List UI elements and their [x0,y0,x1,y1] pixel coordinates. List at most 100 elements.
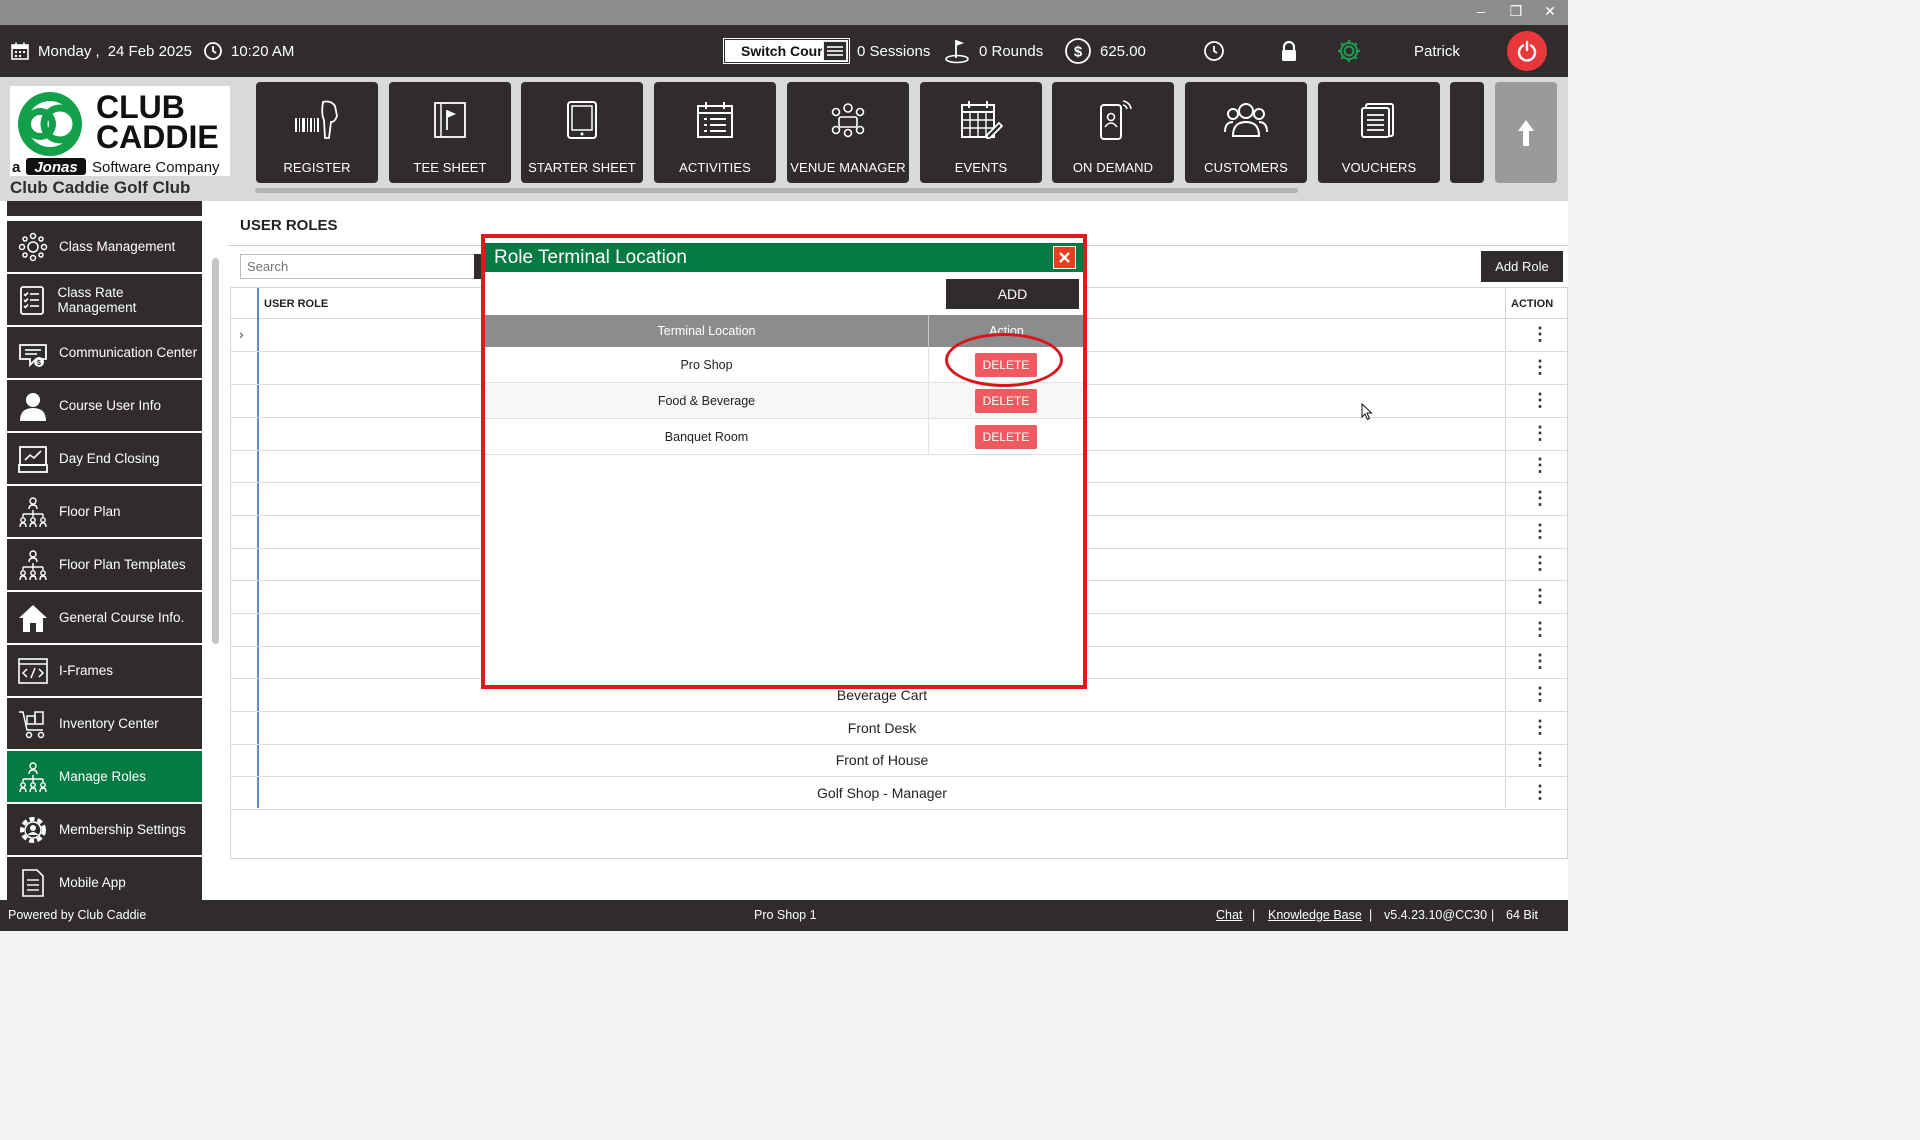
row-menu-icon[interactable]: ⋮ [1531,777,1549,810]
sessions-display[interactable]: 0 Sessions [821,25,930,77]
close-window-icon[interactable]: ✕ [1541,3,1559,20]
nav-venue-manager[interactable]: VENUE MANAGER [787,82,909,183]
sidebar-item-membership-settings[interactable]: Membership Settings [7,804,202,855]
settings-button[interactable] [1336,25,1362,77]
sidebar-item-mobile-app[interactable]: Mobile App [7,857,202,900]
restore-icon[interactable]: ❐ [1507,3,1525,20]
row-menu-icon[interactable]: ⋮ [1531,548,1549,581]
nav-starter-sheet[interactable]: STARTER SHEET [521,82,643,183]
table-row[interactable]: Front Desk ⋮ [231,712,1567,745]
scroll-up-button[interactable] [1495,82,1557,183]
svg-text:CADDIE: CADDIE [96,119,219,155]
expand-chevron-icon[interactable]: › [239,319,244,350]
calendar-icon [11,42,29,60]
column-user-role[interactable]: USER ROLE [264,298,328,310]
settings-sidebar: Class Management Class Rate Management $… [0,201,228,900]
nav-vouchers[interactable]: VOUCHERS [1318,82,1440,183]
balance-display[interactable]: $ 625.00 [1064,25,1146,77]
column-terminal-location: Terminal Location [485,315,929,347]
row-menu-icon[interactable]: ⋮ [1531,352,1549,385]
rounds-value: 0 Rounds [979,42,1044,60]
svg-text:$: $ [37,360,41,367]
sidebar-item-general-course-info[interactable]: General Course Info. [7,592,202,643]
date-day: Monday , [38,42,100,60]
sidebar-item-inventory-center[interactable]: Inventory Center [7,698,202,749]
row-menu-icon[interactable]: ⋮ [1531,483,1549,516]
home-icon [19,604,47,632]
row-menu-icon[interactable]: ⋮ [1531,319,1549,352]
dialog-title: Role Terminal Location [485,243,1083,272]
minimize-icon[interactable]: – [1472,3,1490,19]
row-menu-icon[interactable]: ⋮ [1531,646,1549,679]
table-row[interactable]: Golf Shop - Manager ⋮ [231,777,1567,810]
delete-button[interactable]: DELETE [975,389,1037,413]
column-action: Action [989,324,1024,338]
row-menu-icon[interactable]: ⋮ [1531,418,1549,451]
nav-customers[interactable]: CUSTOMERS [1185,82,1307,183]
delete-button[interactable]: DELETE [975,425,1037,449]
sidebar-item-label: Membership Settings [59,822,186,837]
rounds-display[interactable]: 0 Rounds [943,25,1043,77]
window-title-bar: – ❐ ✕ [0,0,1568,25]
sidebar-item-label: Floor Plan Templates [59,557,186,572]
row-menu-icon[interactable]: ⋮ [1531,581,1549,614]
nav-tee-sheet[interactable]: TEE SHEET [389,82,511,183]
org-chart-icon [19,549,47,580]
logout-button[interactable] [1507,31,1547,71]
sidebar-item-partial[interactable] [7,201,202,216]
document-list-icon [22,868,44,897]
row-menu-icon[interactable]: ⋮ [1531,679,1549,712]
sidebar-item-class-management[interactable]: Class Management [7,221,202,272]
code-window-icon [18,657,48,684]
row-menu-icon[interactable]: ⋮ [1531,450,1549,483]
history-button[interactable] [1203,25,1225,77]
dialog-close-button[interactable] [1053,246,1076,269]
sidebar-item-label: General Course Info. [59,610,185,625]
nav-next-tile[interactable] [1450,82,1484,183]
svg-text:$: $ [1074,44,1083,61]
top-status-bar: Monday , 24 Feb 2025 10:20 AM Switch Cou… [0,25,1568,77]
knowledge-base-link[interactable]: Knowledge Base [1268,908,1362,922]
nav-on-demand[interactable]: ON DEMAND [1052,82,1174,183]
table-row[interactable]: Front of House ⋮ [231,744,1567,777]
balance-value: 625.00 [1100,42,1146,60]
date-value: 24 Feb 2025 [107,42,192,60]
user-name[interactable]: Patrick [1414,25,1460,77]
row-menu-icon[interactable]: ⋮ [1531,614,1549,647]
row-menu-icon[interactable]: ⋮ [1531,516,1549,549]
terminal-name: Pro Shop 1 [754,908,817,922]
add-location-button[interactable]: ADD [946,279,1079,309]
nav-register[interactable]: REGISTER [256,82,378,183]
sidebar-item-floor-plan-templates[interactable]: Floor Plan Templates [7,539,202,590]
nav-scrollbar[interactable] [255,188,1298,193]
sidebar-item-day-end-closing[interactable]: Day End Closing [7,433,202,484]
nav-activities[interactable]: ACTIVITIES [654,82,776,183]
sidebar-item-manage-roles[interactable]: Manage Roles [7,751,202,802]
row-menu-icon[interactable]: ⋮ [1531,385,1549,418]
sidebar-item-course-user-info[interactable]: Course User Info [7,380,202,431]
sidebar-scrollbar[interactable] [212,258,219,644]
checklist-icon [20,285,45,315]
add-role-button[interactable]: Add Role [1481,251,1563,282]
svg-text:Jonas: Jonas [34,159,77,176]
sessions-value: 0 Sessions [857,42,931,60]
row-menu-icon[interactable]: ⋮ [1531,744,1549,777]
nav-events[interactable]: EVENTS [920,82,1042,183]
lock-button[interactable] [1279,25,1299,77]
chat-link[interactable]: Chat [1216,908,1242,922]
sidebar-item-communication-center[interactable]: $ Communication Center [7,327,202,378]
nav-activities-label: ACTIVITIES [679,160,751,175]
sidebar-item-i-frames[interactable]: I-Frames [7,645,202,696]
gear-icon [1338,40,1360,62]
location-row: Food & Beverage DELETE [485,383,1083,419]
sidebar-item-floor-plan[interactable]: Floor Plan [7,486,202,537]
locations-table-header: Terminal Location Action [485,315,1083,347]
search-input[interactable] [240,254,476,279]
row-menu-icon[interactable]: ⋮ [1531,712,1549,745]
calendar-list-icon [697,102,733,138]
delete-button[interactable]: DELETE [975,353,1037,377]
user-icon [20,392,46,421]
sidebar-item-class-rate-management[interactable]: Class Rate Management [7,274,202,325]
sidebar-item-label: Inventory Center [59,716,159,731]
user-name-label: Patrick [1414,42,1460,60]
